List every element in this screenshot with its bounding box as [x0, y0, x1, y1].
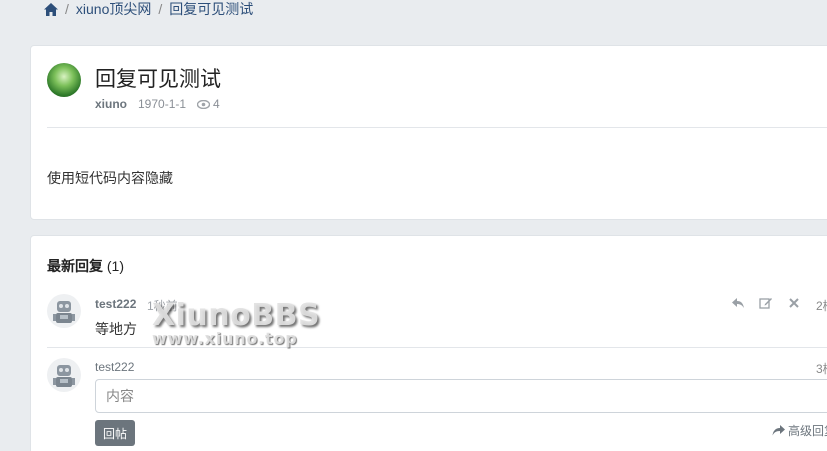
breadcrumb-thread-link[interactable]: 回复可见测试 — [169, 0, 253, 19]
replies-heading-label: 最新回复 — [47, 258, 103, 274]
thread-card: 回复可见测试 xiuno 1970-1-1 4 使用短代码内容隐藏 — [30, 45, 827, 220]
thread-view-count: 4 — [213, 97, 220, 111]
breadcrumb-separator: / — [158, 1, 163, 17]
breadcrumb: / xiuno顶尖网 / 回复可见测试 — [44, 0, 253, 18]
thread-divider — [47, 127, 827, 128]
breadcrumb-forum-link[interactable]: xiuno顶尖网 — [76, 0, 151, 19]
form-avatar — [47, 358, 81, 392]
reply-avatar[interactable] — [47, 294, 81, 328]
robot-avatar-icon — [53, 365, 75, 387]
form-username: test222 — [95, 360, 135, 374]
thread-date: 1970-1-1 — [138, 97, 187, 111]
thread-title: 回复可见测试 — [95, 68, 221, 91]
reply-content-input[interactable] — [95, 379, 827, 413]
reply-time: 1秒前 — [147, 299, 178, 313]
replies-count: (1) — [106, 258, 125, 274]
replies-card: 最新回复 (1) test222 1秒前 等地方 2楼 test222 3楼 回… — [30, 235, 827, 451]
reply-delete-icon[interactable] — [787, 296, 801, 308]
thread-views: 4 — [197, 97, 220, 111]
thread-author[interactable]: xiuno — [95, 97, 127, 111]
submit-reply-button[interactable]: 回帖 — [95, 420, 135, 446]
reply-username[interactable]: test222 — [95, 297, 136, 311]
eye-icon — [197, 100, 211, 110]
reply-edit-icon[interactable] — [759, 296, 773, 309]
reply-actions — [731, 296, 801, 309]
thread-meta: xiuno 1970-1-1 4 — [95, 97, 220, 111]
author-avatar[interactable] — [47, 63, 81, 97]
home-icon[interactable] — [44, 2, 58, 16]
form-floor: 3楼 — [816, 362, 827, 376]
replies-heading: 最新回复 (1) — [47, 256, 124, 276]
reply-quote-icon[interactable] — [731, 296, 745, 308]
breadcrumb-separator: / — [65, 1, 69, 17]
robot-avatar-icon — [53, 301, 75, 323]
advanced-reply-label: 高级回复 — [788, 424, 827, 438]
reply-content: 等地方 — [95, 321, 137, 337]
thread-body: 使用短代码内容隐藏 — [47, 170, 173, 186]
reply-floor: 2楼 — [816, 299, 827, 313]
advanced-reply-link[interactable]: 高级回复 — [772, 422, 827, 439]
reply-divider — [47, 347, 827, 348]
share-arrow-icon — [772, 425, 785, 436]
